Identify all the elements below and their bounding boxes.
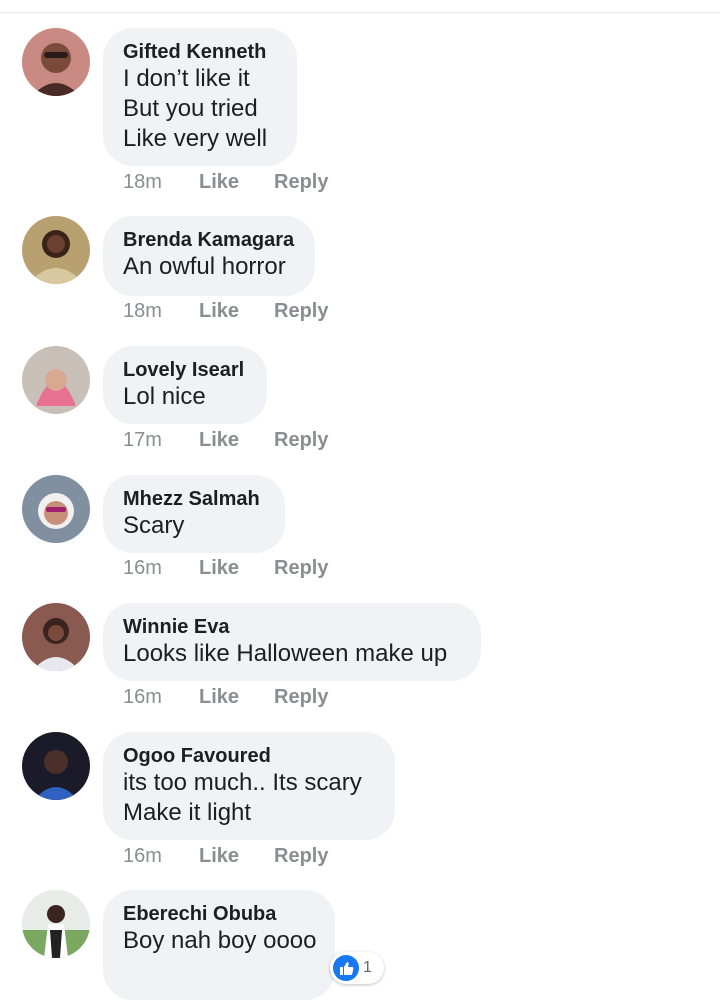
comment-actions: 16m Like Reply: [123, 842, 328, 870]
comment-author[interactable]: Ogoo Favoured: [123, 744, 375, 768]
comment-time: 16m: [123, 556, 162, 579]
comment-author[interactable]: Lovely Isearl: [123, 358, 247, 382]
avatar[interactable]: [22, 603, 90, 671]
reply-button[interactable]: Reply: [274, 171, 328, 194]
reply-button[interactable]: Reply: [274, 557, 328, 580]
comment-actions: 18m Like Reply: [123, 168, 328, 196]
comment-time: 17m: [123, 428, 162, 451]
comment-time: 16m: [123, 844, 162, 867]
top-divider: [0, 12, 720, 13]
comment-time: 18m: [123, 170, 162, 193]
reply-button[interactable]: Reply: [274, 429, 328, 452]
comment-author[interactable]: Gifted Kenneth: [123, 40, 277, 64]
comment-time: 16m: [123, 685, 162, 708]
reaction-badge[interactable]: 1: [330, 952, 384, 984]
comment-bubble: Eberechi Obuba Boy nah boy oooo: [103, 890, 335, 1000]
comment-actions: 16m Like Reply: [123, 683, 328, 711]
avatar[interactable]: [22, 28, 90, 96]
comment-author[interactable]: Winnie Eva: [123, 615, 461, 639]
like-button[interactable]: Like: [199, 686, 274, 709]
comment-bubble: Ogoo Favoured its too much.. Its scary M…: [103, 732, 395, 840]
comment-text-line: But you tried: [123, 95, 258, 122]
comment-actions: 18m Like Reply: [123, 297, 328, 325]
like-button[interactable]: Like: [199, 171, 274, 194]
comment-text-line: Make it light: [123, 799, 252, 826]
comment-text-line: Scary: [123, 512, 185, 539]
comment-bubble: Brenda Kamagara An owful horror: [103, 216, 315, 296]
avatar[interactable]: [22, 346, 90, 414]
comment-text-line: Looks like Halloween make up: [123, 640, 448, 667]
like-button[interactable]: Like: [199, 557, 274, 580]
comment-bubble: Lovely Isearl Lol nice: [103, 346, 267, 424]
comment-actions: 16m Like Reply: [123, 554, 328, 582]
comment-text-line: Like very well: [123, 125, 268, 152]
comment-text-line: Boy nah boy oooo: [123, 927, 317, 954]
avatar[interactable]: [22, 216, 90, 284]
like-button[interactable]: Like: [199, 429, 274, 452]
reply-button[interactable]: Reply: [274, 686, 328, 709]
comment-text-line: An owful horror: [123, 253, 286, 280]
reaction-count: 1: [363, 959, 372, 976]
comment-text-line: Lol nice: [123, 383, 206, 410]
avatar[interactable]: [22, 890, 90, 958]
reply-button[interactable]: Reply: [274, 845, 328, 868]
comment-time: 18m: [123, 299, 162, 322]
like-button[interactable]: Like: [199, 845, 274, 868]
like-button[interactable]: Like: [199, 300, 274, 323]
avatar[interactable]: [22, 732, 90, 800]
comment-bubble: Mhezz Salmah Scary: [103, 475, 285, 553]
comment-author[interactable]: Brenda Kamagara: [123, 228, 295, 252]
comment-author[interactable]: Eberechi Obuba: [123, 902, 315, 926]
comment-author[interactable]: Mhezz Salmah: [123, 487, 265, 511]
comment-text-line: I don’t like it: [123, 65, 250, 92]
comment-text-line: its too much.. Its scary: [123, 769, 362, 796]
reply-button[interactable]: Reply: [274, 300, 328, 323]
thumbs-up-icon: [333, 955, 359, 981]
avatar[interactable]: [22, 475, 90, 543]
comment-actions: 17m Like Reply: [123, 426, 328, 454]
comment-bubble: Winnie Eva Looks like Halloween make up: [103, 603, 481, 681]
comment-bubble: Gifted Kenneth I don’t like it But you t…: [103, 28, 297, 166]
